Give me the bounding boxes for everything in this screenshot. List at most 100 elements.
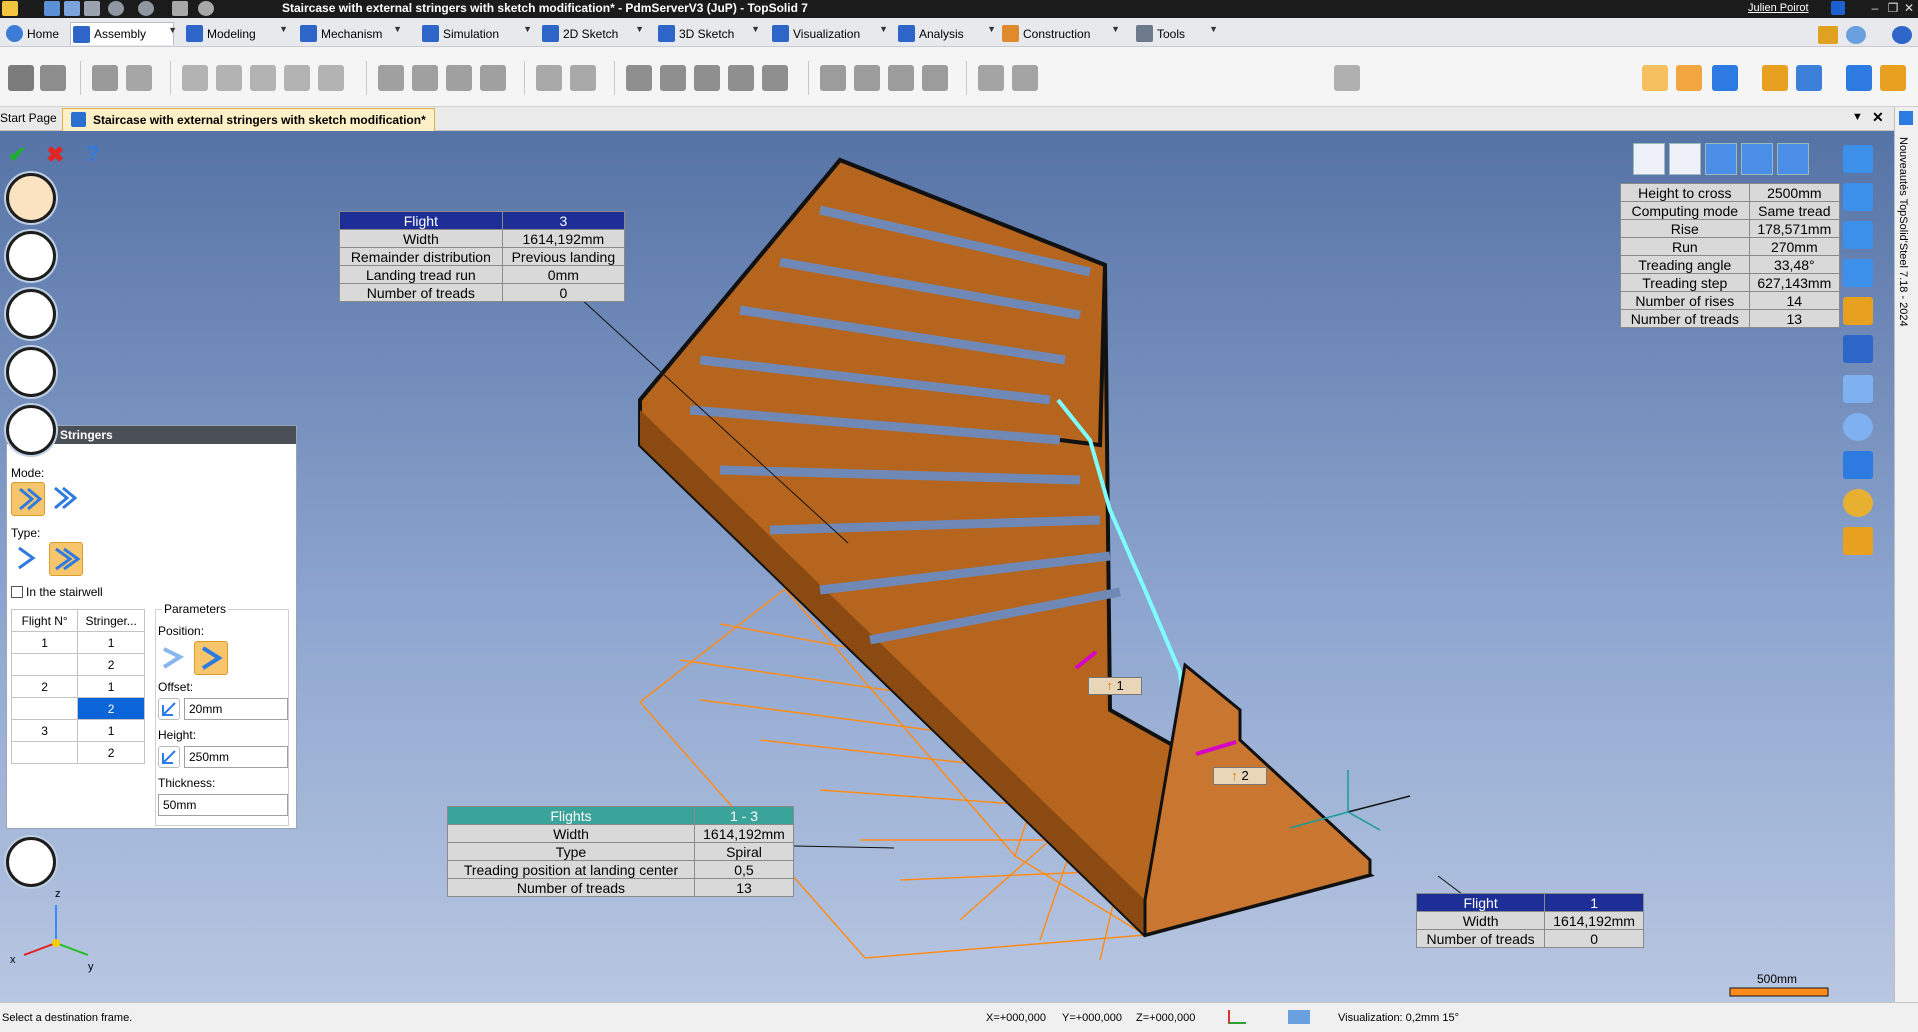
stair-icon[interactable] [922,65,948,91]
constraint-icon[interactable] [284,65,310,91]
table-row[interactable]: 2 [10,741,145,764]
constraint-icon[interactable] [250,65,276,91]
chevron-down-icon[interactable]: ▼ [168,25,177,35]
chevron-down-icon[interactable]: ▼ [393,24,402,34]
close-button[interactable]: ✕ [1900,1,1918,16]
stair-mode-button[interactable] [1777,143,1809,175]
close-document-icon[interactable]: ✕ [1872,109,1884,126]
undo-icon[interactable] [108,1,124,16]
type-straight-button[interactable] [11,542,45,576]
pen-icon[interactable] [172,1,188,16]
grid-cell[interactable] [10,697,79,720]
save-all-icon[interactable] [64,1,80,16]
frame-icon[interactable] [378,65,404,91]
zoom-window-icon[interactable] [1843,375,1873,403]
side-button[interactable] [1843,183,1873,211]
offset-field[interactable]: 20mm [184,698,288,720]
stair-mode-button[interactable] [1705,143,1737,175]
table-row[interactable]: 11 [10,631,145,654]
step-button-stringers[interactable] [6,405,56,455]
tab-list-dropdown[interactable]: ▼ [1852,111,1863,123]
tab-simulation[interactable]: Simulation ▼ [420,22,532,45]
stair-icon[interactable] [820,65,846,91]
frame-icon[interactable] [446,65,472,91]
table-row[interactable]: 31 [10,719,145,742]
search-icon[interactable] [1846,26,1866,44]
help-icon[interactable]: ? [86,141,99,167]
tab-construction[interactable]: Construction ▼ [1000,22,1120,45]
side-button[interactable] [1843,221,1873,249]
cursor-tool-icon[interactable] [1642,65,1668,91]
zoom-icon[interactable] [1846,65,1872,91]
grid-cell[interactable] [10,741,79,764]
constraint-icon[interactable] [182,65,208,91]
position-outer-button[interactable] [194,641,228,675]
grid-cell[interactable]: 3 [10,719,79,742]
include-icon[interactable] [92,65,118,91]
chevron-down-icon[interactable]: ▼ [1111,24,1120,34]
app-logo-icon[interactable] [2,1,18,16]
thickness-field[interactable]: 50mm [158,794,288,816]
tool-icon[interactable] [1712,65,1738,91]
stair-mode-button[interactable] [1633,143,1665,175]
minimize-button[interactable]: – [1866,1,1884,16]
in-stairwell-checkbox[interactable] [11,586,23,598]
frame-icon[interactable] [412,65,438,91]
print-icon[interactable] [84,1,100,16]
profile-icon[interactable] [694,65,720,91]
chevron-down-icon[interactable]: ▼ [751,24,760,34]
refresh-icon[interactable] [198,1,214,16]
tab-modeling[interactable]: Modeling ▼ [184,22,288,45]
constraint-icon[interactable] [216,65,242,91]
chevron-down-icon[interactable]: ▼ [635,24,644,34]
grid-cell[interactable]: 1 [10,631,79,654]
step-button-staircase[interactable] [6,173,56,223]
stair-mode-button[interactable] [1669,143,1701,175]
railing-icon[interactable] [1012,65,1038,91]
pattern-icon[interactable] [126,65,152,91]
tab-home[interactable]: Home [4,22,64,45]
side-button[interactable] [1843,259,1873,287]
wizard-icon[interactable] [1818,26,1838,44]
layers-icon[interactable] [1762,65,1788,91]
grid-cell-selected[interactable]: 2 [77,697,145,720]
table-row[interactable]: 2 [10,697,145,720]
part-icon[interactable] [8,65,34,91]
cancel-icon[interactable]: ✖ [46,142,64,168]
tag-icon[interactable] [1676,65,1702,91]
offset-pick-button[interactable] [158,698,180,720]
tab-tools[interactable]: Tools ▼ [1134,22,1218,45]
tab-visualization[interactable]: Visualization ▼ [770,22,888,45]
height-field[interactable]: 250mm [184,746,288,768]
type-notched-button[interactable] [49,542,83,576]
mode-external-button[interactable] [11,482,45,516]
step-button-options[interactable] [6,837,56,887]
frame-icon[interactable] [1228,1010,1246,1024]
grid-cell[interactable] [10,653,79,676]
stair-mode-button[interactable] [1741,143,1773,175]
user-name-link[interactable]: Julien Poirot [1748,2,1809,14]
side-button[interactable] [1843,145,1873,173]
side-button[interactable] [1843,335,1873,363]
stair-icon[interactable] [854,65,880,91]
redo-icon[interactable] [138,1,154,16]
zoom-icon[interactable] [1843,413,1873,441]
profile-icon[interactable] [728,65,754,91]
validate-icon[interactable]: ✔ [8,142,26,168]
export-icon[interactable] [1880,65,1906,91]
tab-start-page[interactable]: Start Page [0,111,57,125]
table-row[interactable]: 21 [10,675,145,698]
view-cube-icon[interactable] [1843,451,1873,479]
chevron-down-icon[interactable]: ▼ [987,24,996,34]
profile-icon[interactable] [762,65,788,91]
grid-cell[interactable]: 1 [77,631,145,654]
table-row[interactable]: 2 [10,653,145,676]
block-icon[interactable] [40,65,66,91]
step-button-flights[interactable] [6,231,56,281]
chevron-down-icon[interactable]: ▼ [1209,24,1218,34]
step-button-treads[interactable] [6,289,56,339]
side-button[interactable] [1843,297,1873,325]
flight-marker-1[interactable]: ↑ 1 [1088,677,1142,695]
side-news-panel[interactable]: Nouveautés TopSolid'Steel 7.18 - 2024 [1894,107,1918,1002]
palette-icon[interactable] [1843,489,1873,517]
